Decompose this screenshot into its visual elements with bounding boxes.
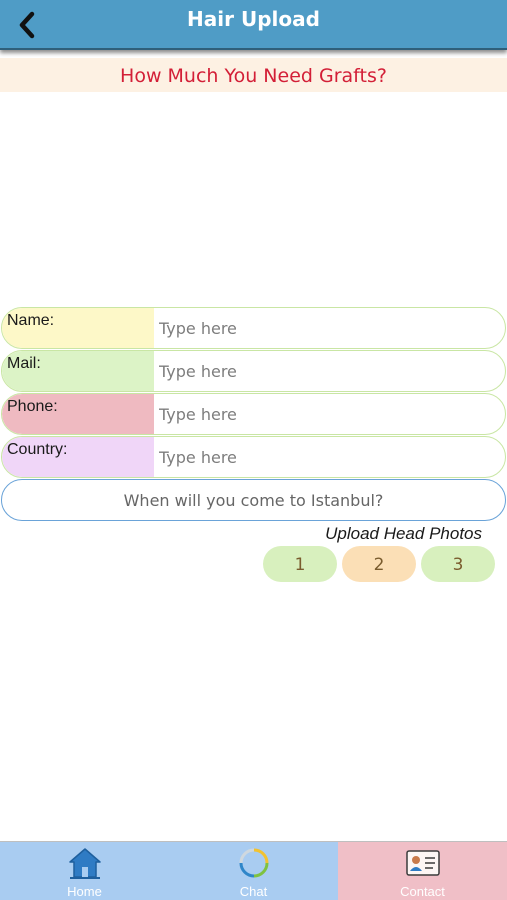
phone-label: Phone: — [2, 394, 154, 434]
arrival-date-field[interactable]: When will you come to Istanbul? — [1, 479, 506, 521]
tab-home-label: Home — [67, 884, 102, 899]
tab-home[interactable]: Home — [0, 842, 169, 900]
tab-contact-label: Contact — [400, 884, 445, 899]
page-title: Hair Upload — [187, 7, 320, 31]
phone-field-row: Phone: — [1, 393, 506, 435]
tab-chat-label: Chat — [239, 884, 268, 899]
mail-input[interactable] — [154, 351, 504, 391]
name-field-row: Name: — [1, 307, 506, 349]
contact-card-icon — [405, 850, 440, 876]
photo-upload-button-3[interactable]: 3 — [421, 546, 495, 582]
tab-contact[interactable]: Contact — [338, 842, 507, 900]
country-input[interactable] — [154, 437, 504, 477]
phone-input[interactable] — [154, 394, 504, 434]
name-label: Name: — [2, 308, 154, 348]
chat-icon — [239, 848, 268, 878]
photo-upload-button-2[interactable]: 2 — [342, 546, 416, 582]
country-field-row: Country: — [1, 436, 506, 478]
app-header: Hair Upload — [0, 0, 507, 50]
upload-photos-label: Upload Head Photos — [325, 524, 482, 543]
mail-label: Mail: — [2, 351, 154, 391]
subtitle-bar: How Much You Need Grafts? — [0, 58, 507, 92]
subtitle: How Much You Need Grafts? — [120, 65, 387, 87]
bottom-tab-bar: Home Chat Contact — [0, 841, 507, 900]
photo-upload-button-1[interactable]: 1 — [263, 546, 337, 582]
name-input[interactable] — [154, 308, 504, 348]
mail-field-row: Mail: — [1, 350, 506, 392]
tab-chat[interactable]: Chat — [169, 842, 338, 900]
country-label: Country: — [2, 437, 154, 477]
home-icon — [68, 848, 101, 879]
